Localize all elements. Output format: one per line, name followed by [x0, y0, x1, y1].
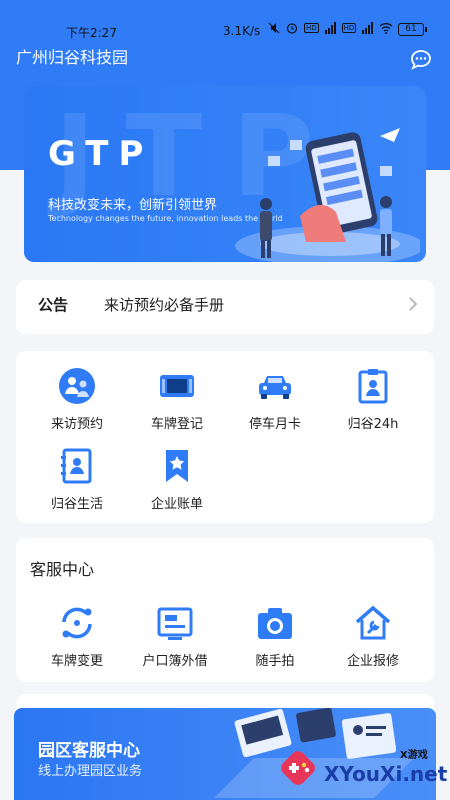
contacts-book-icon [61, 448, 92, 484]
service-guigu-24h[interactable]: 归谷24h [328, 367, 418, 432]
cs-plate-change[interactable]: 车牌变更 [32, 604, 122, 669]
promo-subtitle: 线上办理园区业务 [38, 764, 143, 779]
gamepad-logo-icon [281, 751, 315, 785]
service-visitor-appointment[interactable]: 来访预约 [32, 367, 122, 432]
visitor-icon [59, 368, 95, 404]
app-title: 广州归谷科技园 [16, 48, 129, 67]
cs-label: 车牌变更 [50, 654, 103, 669]
announcement-bar[interactable]: 公告 来访预约必备手册 [16, 280, 434, 334]
hd-icon: HD [304, 23, 319, 33]
camera-icon [258, 608, 292, 639]
banner-brand: GTP [48, 134, 154, 174]
license-plate-icon [160, 375, 194, 397]
hero-banner[interactable]: JTP GTP 科技改变未来，创新引领世界 Technology changes… [24, 86, 426, 262]
house-repair-icon [355, 605, 391, 640]
document-card-icon [157, 607, 193, 640]
customer-service-title: 客服中心 [30, 560, 95, 579]
cs-company-repair[interactable]: 企业报修 [328, 604, 418, 669]
status-icons: HD HD [268, 22, 393, 34]
chevron-right-icon [409, 297, 418, 311]
services-grid: 来访预约 车牌登记 停车月卡 归谷24h 归谷生活 企业账单 [16, 351, 434, 523]
status-bar: 下午2:27 3.1K/s HD HD 61 [0, 0, 450, 40]
signal-icon-2 [362, 22, 374, 34]
service-plate-registration[interactable]: 车牌登记 [132, 367, 222, 432]
banner-illustration [235, 128, 420, 262]
service-company-bill[interactable]: 企业账单 [132, 447, 222, 512]
mute-icon [268, 22, 280, 34]
service-label: 车牌登记 [150, 417, 203, 432]
wifi-icon [379, 23, 393, 34]
cs-label: 企业报修 [346, 654, 399, 669]
announcement-text: 来访预约必备手册 [104, 296, 225, 314]
battery-icon: 61 [398, 23, 427, 36]
service-guigu-life[interactable]: 归谷生活 [32, 447, 122, 512]
alarm-icon [286, 23, 298, 34]
network-speed: 3.1K/s [223, 24, 261, 38]
status-time: 下午2:27 [66, 26, 117, 40]
chat-bubble-icon[interactable] [409, 48, 433, 72]
cs-label: 随手拍 [255, 654, 295, 669]
customer-service-card: 客服中心 车牌变更 户口簿外借 随手拍 企业报修 [16, 538, 434, 682]
service-label: 企业账单 [150, 497, 203, 512]
badge-icon [358, 369, 388, 404]
watermark-sub: X游戏 [400, 750, 428, 761]
announcement-tag: 公告 [38, 296, 69, 314]
service-label: 归谷生活 [50, 497, 103, 512]
service-label: 来访预约 [50, 417, 103, 432]
banner-slogan: 科技改变未来，创新引领世界 [48, 198, 218, 213]
promo-title: 园区客服中心 [38, 741, 140, 761]
cs-snapshot[interactable]: 随手拍 [230, 604, 320, 669]
cs-household-register-loan[interactable]: 户口簿外借 [130, 604, 220, 669]
service-label: 停车月卡 [248, 417, 301, 432]
hd-icon-2: HD [341, 23, 357, 33]
service-label: 归谷24h [347, 417, 399, 432]
watermark-main: XYouXi.net [324, 762, 448, 786]
signal-icon [324, 22, 336, 34]
cs-label: 户口簿外借 [142, 654, 208, 669]
site-watermark: X游戏 XYouXi.net [272, 740, 450, 800]
bookmark-star-icon [166, 450, 188, 482]
car-icon [259, 376, 291, 399]
service-parking-card[interactable]: 停车月卡 [230, 367, 320, 432]
exchange-icon [62, 607, 92, 639]
